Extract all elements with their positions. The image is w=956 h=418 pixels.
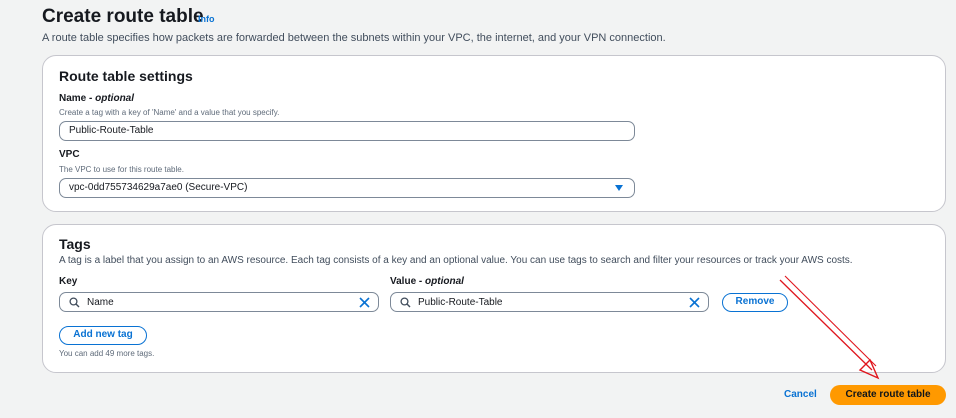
tags-panel-title: Tags <box>59 236 91 252</box>
remove-tag-button[interactable]: Remove <box>722 293 788 312</box>
name-label-text: Name <box>59 93 87 104</box>
search-icon <box>69 297 80 308</box>
add-new-tag-button[interactable]: Add new tag <box>59 326 147 345</box>
tag-key-value: Name <box>87 297 114 308</box>
name-hint: Create a tag with a key of 'Name' and a … <box>59 108 280 117</box>
value-column-label: Value - optional <box>390 276 464 287</box>
value-optional-text: - optional <box>418 276 464 287</box>
search-icon <box>400 297 411 308</box>
tag-value-input[interactable]: Public-Route-Table <box>390 292 709 312</box>
remaining-tags-hint: You can add 49 more tags. <box>59 349 155 358</box>
tags-description: A tag is a label that you assign to an A… <box>59 255 853 266</box>
value-label-text: Value <box>390 276 417 287</box>
name-label: Name - optional <box>59 93 134 104</box>
clear-icon[interactable] <box>359 297 370 308</box>
tags-panel: Tags A tag is a label that you assign to… <box>42 224 946 373</box>
clear-icon[interactable] <box>689 297 700 308</box>
vpc-selected-value: vpc-0dd755734629a7ae0 (Secure-VPC) <box>69 182 248 193</box>
create-route-table-button[interactable]: Create route table <box>830 385 946 405</box>
settings-panel-title: Route table settings <box>59 68 193 84</box>
key-column-label: Key <box>59 276 78 287</box>
tag-value-value: Public-Route-Table <box>418 297 503 308</box>
page-title: Create route table <box>42 6 204 27</box>
cancel-button[interactable]: Cancel <box>784 389 817 400</box>
info-link[interactable]: Info <box>198 14 215 24</box>
route-table-settings-panel: Route table settings Name - optional Cre… <box>42 55 946 212</box>
tag-key-input[interactable]: Name <box>59 292 379 312</box>
caret-down-icon <box>615 185 623 191</box>
vpc-label: VPC <box>59 149 80 160</box>
vpc-select[interactable]: vpc-0dd755734629a7ae0 (Secure-VPC) <box>59 178 635 198</box>
name-input[interactable]: Public-Route-Table <box>59 121 635 141</box>
page-description: A route table specifies how packets are … <box>42 32 666 44</box>
vpc-hint: The VPC to use for this route table. <box>59 165 184 174</box>
name-optional-text: - optional <box>89 93 135 104</box>
